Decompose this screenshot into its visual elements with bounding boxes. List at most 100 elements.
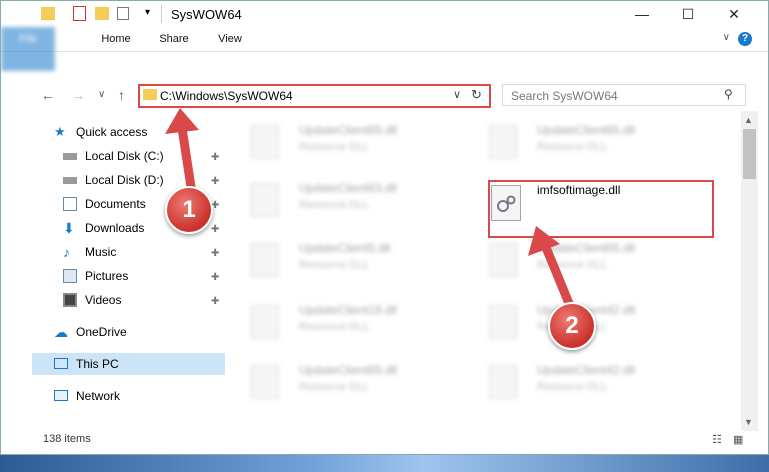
file-item[interactable]: UpdateClient65.dll Resource DLL (467, 119, 697, 163)
sidebar-item-label: Pictures (85, 269, 129, 283)
expand-ribbon-icon[interactable]: ∨ (723, 32, 730, 43)
sidebar-item-label: Network (76, 389, 121, 403)
sidebar-item-this-pc[interactable]: This PC (54, 353, 119, 375)
sidebar-item-local-disk-d[interactable]: Local Disk (D:) (63, 169, 164, 191)
large-icons-view-icon[interactable]: ▦ (733, 434, 743, 446)
back-button[interactable]: ← (41, 87, 55, 103)
folder-icon (143, 89, 157, 100)
search-input[interactable]: Search SysWOW64 (511, 89, 618, 103)
pin-icon[interactable]: ✚ (211, 248, 219, 259)
file-name: UpdateClient19.dll (299, 303, 398, 317)
sidebar-item-label: Music (85, 245, 117, 259)
gear-icon (497, 195, 516, 212)
computer-icon (54, 358, 68, 369)
file-name: UpdateClient65.dll (537, 241, 636, 255)
star-icon: ★ (54, 124, 66, 139)
sidebar-item-downloads[interactable]: ⬇ Downloads (63, 217, 145, 239)
dll-file-icon (489, 305, 517, 339)
file-item[interactable]: UpdateClient5.dll Resource DLL (229, 237, 459, 281)
pin-icon[interactable]: ✚ (211, 176, 219, 187)
sidebar-item-quick-access[interactable]: ★ Quick access (54, 121, 148, 143)
scroll-up-icon[interactable]: ▲ (744, 115, 753, 125)
file-type: Resource DLL (299, 199, 370, 211)
file-name: UpdateClient65.dll (299, 363, 398, 377)
window-title: SysWOW64 (171, 7, 242, 22)
tab-view[interactable]: View (203, 27, 257, 51)
cloud-icon: ☁ (54, 324, 68, 340)
downloads-icon: ⬇ (63, 220, 75, 236)
videos-icon (63, 293, 77, 307)
sidebar-item-network[interactable]: Network (54, 385, 121, 407)
drive-icon (63, 177, 77, 184)
sidebar-item-label: Documents (85, 197, 146, 211)
pin-icon[interactable]: ✚ (211, 224, 219, 235)
file-type: Resource DLL (537, 259, 608, 271)
sidebar-item-label: OneDrive (76, 325, 127, 339)
file-item[interactable]: UpdateClient65.dll Resource DLL (467, 237, 697, 281)
dll-file-icon (491, 185, 521, 221)
details-view-icon[interactable]: ☷ (712, 434, 722, 446)
title-divider (161, 5, 162, 23)
new-folder-icon[interactable] (95, 7, 109, 20)
desktop-wallpaper (0, 455, 769, 472)
file-item[interactable]: UpdateClient65.dll Resource DLL (229, 119, 459, 163)
file-name: UpdateClient5.dll (299, 241, 391, 255)
dll-file-icon (251, 243, 279, 277)
dll-file-icon (251, 305, 279, 339)
file-item[interactable]: UpdateClient65.dll Resource DLL (229, 359, 459, 403)
network-icon (54, 390, 68, 401)
address-path[interactable]: C:\Windows\SysWOW64 (160, 89, 293, 103)
sidebar-item-local-disk-c[interactable]: Local Disk (C:) (63, 145, 164, 167)
dll-file-icon (489, 125, 517, 159)
pin-icon[interactable]: ✚ (211, 296, 219, 307)
recent-locations-button[interactable]: ∨ (98, 89, 105, 100)
item-count: 138 items (43, 433, 91, 445)
scrollbar-thumb[interactable] (743, 129, 756, 179)
tab-home[interactable]: Home (89, 27, 143, 51)
pin-icon[interactable]: ✚ (211, 152, 219, 163)
tab-share[interactable]: Share (147, 27, 201, 51)
view-buttons: ☷ ▦ (712, 433, 743, 446)
callout-badge-one: 1 (165, 186, 213, 234)
file-item[interactable]: UpdateClient19.dll Resource DLL (229, 299, 459, 343)
search-icon[interactable]: ⚲ (724, 87, 733, 101)
file-item[interactable]: UpdateClient63.dll Resource DLL (229, 177, 459, 221)
file-item[interactable]: UpdateClient42.dll Resource DLL (467, 359, 697, 403)
folder-icon (41, 7, 55, 20)
file-type: Resource DLL (299, 141, 370, 153)
file-type: Resource DLL (537, 381, 608, 393)
sidebar-item-label: This PC (76, 357, 119, 371)
sidebar-item-label: Quick access (76, 125, 148, 139)
pin-icon[interactable]: ✚ (211, 272, 219, 283)
sidebar-item-onedrive[interactable]: ☁ OneDrive (54, 321, 127, 343)
scroll-down-icon[interactable]: ▼ (744, 417, 753, 427)
file-name-imfsoftimage[interactable]: imfsoftimage.dll (537, 183, 620, 197)
refresh-button[interactable]: ↻ (471, 87, 482, 103)
maximize-button[interactable]: ☐ (665, 1, 711, 27)
forward-button[interactable]: → (71, 87, 85, 103)
dll-file-icon (489, 365, 517, 399)
sidebar-item-label: Local Disk (D:) (85, 173, 164, 187)
up-button[interactable]: ↑ (118, 87, 125, 103)
help-icon[interactable]: ? (738, 32, 752, 46)
callout-badge-two: 2 (548, 302, 596, 350)
file-type: Resource DLL (299, 381, 370, 393)
properties-icon[interactable] (73, 6, 86, 21)
documents-icon (63, 197, 77, 211)
tab-file[interactable]: File (1, 27, 55, 71)
dll-file-icon (251, 365, 279, 399)
minimize-button[interactable]: — (619, 1, 665, 27)
quick-access-dropdown-icon[interactable]: ▾ (145, 7, 150, 23)
address-dropdown-icon[interactable]: ∨ (453, 88, 461, 101)
file-type: Resource DLL (299, 259, 370, 271)
sidebar-item-documents[interactable]: Documents (63, 193, 146, 215)
sidebar-item-videos[interactable]: Videos (63, 289, 122, 311)
sidebar-item-label: Videos (85, 293, 122, 307)
customize-toolbar-icon[interactable] (117, 7, 129, 20)
ribbon-tabs: File Home Share View ∨ ? (1, 27, 768, 71)
sidebar-item-music[interactable]: ♪ Music (63, 241, 117, 263)
close-button[interactable]: ✕ (711, 1, 757, 27)
sidebar-item-pictures[interactable]: Pictures (63, 265, 129, 287)
sidebar-item-label: Downloads (85, 221, 145, 235)
file-name: UpdateClient65.dll (537, 123, 636, 137)
